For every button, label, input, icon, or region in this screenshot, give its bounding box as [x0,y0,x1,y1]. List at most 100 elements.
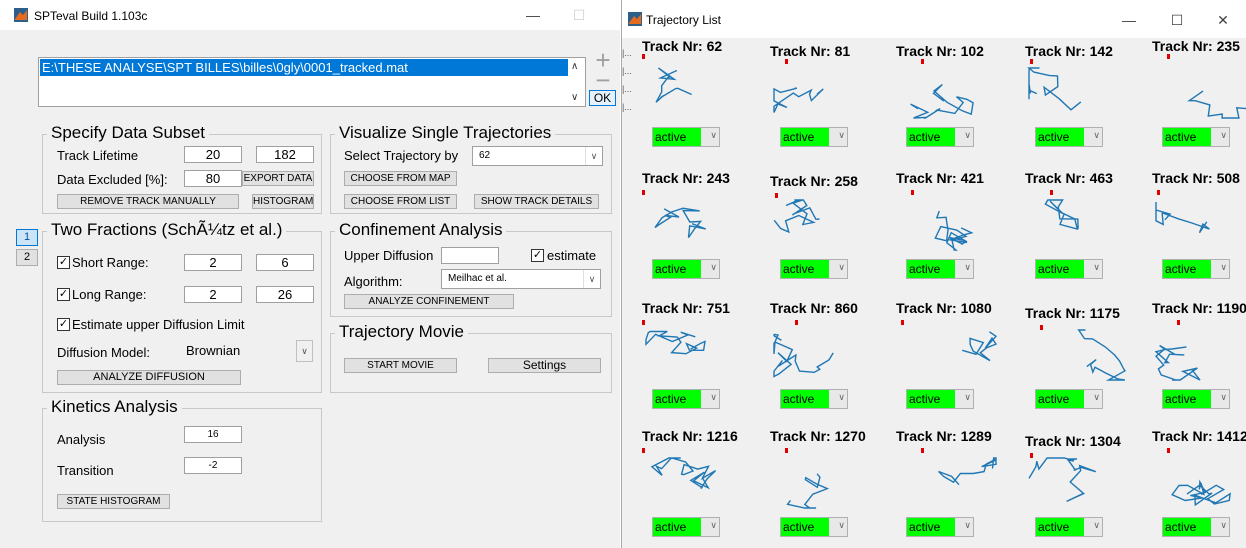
chevron-down-icon: ∨ [710,520,717,530]
trajectory-trace[interactable] [896,38,1006,123]
track-status-value: active [907,518,955,536]
tab-1[interactable]: 1 [16,229,38,246]
track-status-dropdown[interactable]: active ∨ [780,389,848,409]
short-range-min-field[interactable]: 2 [184,254,242,271]
data-excluded-field[interactable]: 80 [184,170,242,187]
trajectory-trace[interactable] [642,170,752,255]
maximize-button[interactable]: ☐ [1154,5,1200,35]
chevron-down-icon: ∨ [710,392,717,402]
diffusion-model-label: Diffusion Model: [57,345,150,360]
track-status-value: active [907,128,955,146]
remove-file-button[interactable]: − [590,67,616,93]
trajectory-cell: Track Nr: 1216 active ∨ [642,428,770,548]
trajectory-trace[interactable] [1025,170,1135,255]
short-range-checkbox[interactable]: ✓ [57,256,70,269]
minimize-button[interactable]: — [1106,5,1152,35]
choose-from-map-button[interactable]: CHOOSE FROM MAP [344,171,457,186]
track-status-dropdown[interactable]: active ∨ [780,127,848,147]
estimate-upper-diffusion-label: Estimate upper Diffusion Limit [72,317,245,332]
track-status-dropdown[interactable]: active ∨ [1162,127,1230,147]
start-movie-button[interactable]: START MOVIE [344,358,457,373]
trajectory-trace[interactable] [770,38,880,123]
upper-diffusion-field[interactable] [441,247,499,264]
chevron-down-icon: ∨ [585,147,602,165]
select-trajectory-dropdown[interactable]: 62 ∨ [472,146,603,166]
export-data-button[interactable]: EXPORT DATA [242,171,314,186]
trajectory-trace[interactable] [642,428,752,513]
matlab-icon [14,8,28,22]
track-status-dropdown[interactable]: active ∨ [780,259,848,279]
long-range-max-field[interactable]: 26 [256,286,314,303]
track-lifetime-max-field[interactable]: 182 [256,146,314,163]
trajectory-trace[interactable] [1152,300,1246,385]
file-list-selected-item[interactable]: E:\THESE ANALYSE\SPT BILLES\billes\0gly\… [40,59,568,76]
track-status-dropdown[interactable]: active ∨ [906,259,974,279]
transition-field[interactable]: -2 [184,457,242,474]
track-status-dropdown[interactable]: active ∨ [1162,389,1230,409]
track-status-dropdown[interactable]: active ∨ [1035,127,1103,147]
track-status-dropdown[interactable]: active ∨ [652,259,720,279]
chevron-down-icon: ∨ [838,520,845,530]
long-range-min-field[interactable]: 2 [184,286,242,303]
upper-diffusion-label: Upper Diffusion [344,248,434,263]
estimate-upper-diffusion-checkbox[interactable]: ✓ [57,318,70,331]
track-lifetime-min-field[interactable]: 20 [184,146,242,163]
close-button[interactable]: ✕ [1200,5,1246,35]
tab-2[interactable]: 2 [16,249,38,266]
trajectory-trace[interactable] [896,300,1006,385]
show-track-details-button[interactable]: SHOW TRACK DETAILS [474,194,599,209]
track-status-dropdown[interactable]: active ∨ [652,389,720,409]
track-status-dropdown[interactable]: active ∨ [1035,389,1103,409]
track-status-dropdown[interactable]: active ∨ [1162,517,1230,537]
trajectory-trace[interactable] [1025,38,1135,123]
track-status-dropdown[interactable]: active ∨ [906,389,974,409]
diffusion-model-dropdown[interactable]: Brownian ∨ [180,340,313,362]
data-subset-title: Specify Data Subset [47,123,210,143]
track-status-dropdown[interactable]: active ∨ [1035,517,1103,537]
short-range-max-field[interactable]: 6 [256,254,314,271]
trajectory-trace[interactable] [1025,428,1135,513]
trajectory-trace[interactable] [896,170,1006,255]
analyze-confinement-button[interactable]: ANALYZE CONFINEMENT [344,294,514,309]
scroll-down-icon[interactable]: ∨ [571,92,578,103]
trajectory-trace[interactable] [896,428,1006,513]
chevron-down-icon: ∨ [1093,262,1100,272]
track-status-dropdown[interactable]: active ∨ [780,517,848,537]
trajectory-cell: Track Nr: 1175 active ∨ [1025,300,1153,430]
ok-button[interactable]: OK [589,90,616,106]
algorithm-dropdown[interactable]: Meilhac et al. ∨ [441,269,601,289]
trajectory-trace[interactable] [1152,170,1246,255]
trajectory-trace[interactable] [770,170,880,255]
trajectory-cell: Track Nr: 243 active ∨ [642,170,770,300]
track-status-dropdown[interactable]: active ∨ [652,127,720,147]
trajectory-trace[interactable] [1152,38,1246,123]
track-status-dropdown[interactable]: active ∨ [1035,259,1103,279]
trajectory-trace[interactable] [642,38,752,123]
minimize-button[interactable]: — [510,0,556,30]
estimate-checkbox[interactable]: ✓ [531,249,544,262]
remove-track-manually-button[interactable]: REMOVE TRACK MANUALLY [57,194,239,209]
choose-from-list-button[interactable]: CHOOSE FROM LIST [344,194,457,209]
long-range-checkbox[interactable]: ✓ [57,288,70,301]
settings-button[interactable]: Settings [488,358,601,373]
trajectory-cell: Track Nr: 1289 active ∨ [896,428,1024,548]
file-list[interactable]: E:\THESE ANALYSE\SPT BILLES\billes\0gly\… [38,57,586,107]
kinetics-title: Kinetics Analysis [47,397,182,417]
trajectory-trace[interactable] [770,428,880,513]
trajectory-trace[interactable] [770,300,880,385]
track-status-dropdown[interactable]: active ∨ [1162,259,1230,279]
track-status-dropdown[interactable]: active ∨ [906,127,974,147]
track-status-dropdown[interactable]: active ∨ [906,517,974,537]
analysis-field[interactable]: 16 [184,426,242,443]
state-histogram-button[interactable]: STATE HISTOGRAM [57,494,170,509]
scroll-up-icon[interactable]: ∧ [571,61,578,72]
track-status-dropdown[interactable]: active ∨ [652,517,720,537]
trajectory-trace[interactable] [1152,428,1246,513]
trajectory-trace[interactable] [642,300,752,385]
histogram-button[interactable]: HISTOGRAM [252,194,314,209]
analyze-diffusion-button[interactable]: ANALYZE DIFFUSION [57,370,241,385]
trajectory-trace[interactable] [1025,300,1135,385]
trajectory-cell: Track Nr: 1080 active ∨ [896,300,1024,430]
maximize-button[interactable]: ☐ [556,0,602,30]
window-title: SPTeval Build 1.103c [34,9,148,23]
